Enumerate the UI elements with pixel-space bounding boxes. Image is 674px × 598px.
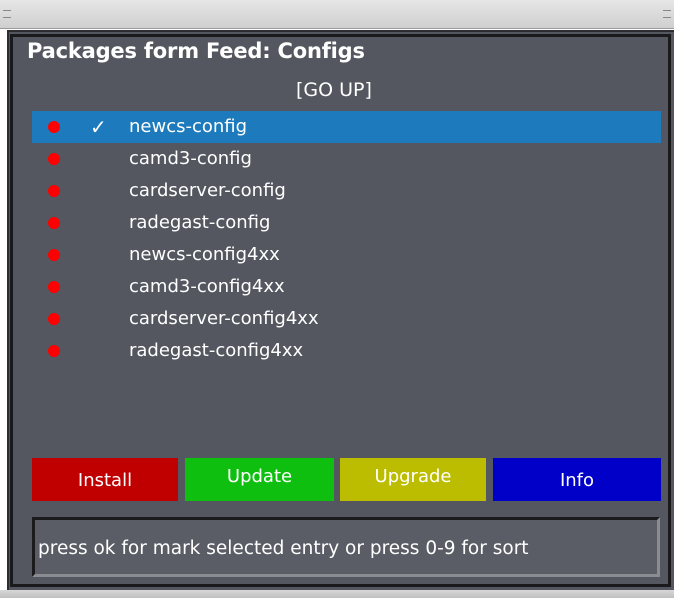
- status-text: press ok for mark selected entry or pres…: [38, 538, 529, 559]
- checkmark-icon: ✓: [90, 115, 107, 139]
- status-dot-icon: [48, 249, 60, 261]
- package-list: ✓ newcs-config camd3-config cardserver-c…: [32, 111, 661, 367]
- package-name: radegast-config4xx: [129, 340, 304, 361]
- update-button-label: Update: [226, 466, 293, 487]
- install-button-label: Install: [77, 470, 133, 491]
- left-grip-icon: [3, 10, 11, 18]
- update-button[interactable]: Update: [185, 458, 334, 501]
- list-item[interactable]: radegast-config: [32, 207, 661, 239]
- list-item[interactable]: cardserver-config: [32, 175, 661, 207]
- status-dot-icon: [48, 185, 60, 197]
- package-name: camd3-config4xx: [129, 276, 285, 297]
- list-item[interactable]: camd3-config4xx: [32, 271, 661, 303]
- upgrade-button[interactable]: Upgrade: [340, 458, 486, 501]
- status-bar: press ok for mark selected entry or pres…: [32, 517, 660, 577]
- go-up-link[interactable]: [GO UP]: [296, 79, 372, 101]
- status-dot-icon: [48, 121, 60, 133]
- window-titlebar[interactable]: [0, 0, 674, 29]
- package-name: cardserver-config4xx: [129, 308, 319, 329]
- status-dot-icon: [48, 217, 60, 229]
- right-grip-icon: [663, 10, 671, 18]
- info-button-label: Info: [559, 470, 595, 491]
- list-item[interactable]: cardserver-config4xx: [32, 303, 661, 335]
- package-name: cardserver-config: [129, 180, 286, 201]
- list-item[interactable]: ✓ newcs-config: [32, 111, 661, 143]
- package-name: newcs-config: [129, 116, 248, 137]
- package-name: camd3-config: [129, 148, 252, 169]
- package-name: radegast-config: [129, 212, 271, 233]
- status-dot-icon: [48, 313, 60, 325]
- status-dot-icon: [48, 345, 60, 357]
- status-dot-icon: [48, 281, 60, 293]
- list-item[interactable]: radegast-config4xx: [32, 335, 661, 367]
- install-button[interactable]: Install: [32, 458, 178, 501]
- window-bottom-edge: [0, 590, 674, 598]
- list-item[interactable]: newcs-config4xx: [32, 239, 661, 271]
- list-item[interactable]: camd3-config: [32, 143, 661, 175]
- status-dot-icon: [48, 153, 60, 165]
- page-title: Packages form Feed: Configs: [27, 39, 365, 63]
- upgrade-button-label: Upgrade: [374, 466, 452, 487]
- package-name: newcs-config4xx: [129, 244, 280, 265]
- info-button[interactable]: Info: [493, 458, 661, 501]
